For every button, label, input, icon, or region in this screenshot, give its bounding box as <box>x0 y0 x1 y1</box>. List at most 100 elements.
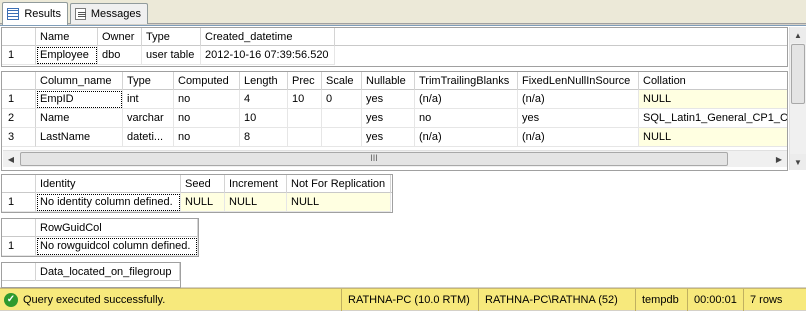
table-row[interactable]: 3 LastName dateti... no 8 yes (n/a) (n/a… <box>2 128 787 147</box>
grid-cell[interactable]: NULL <box>287 193 391 212</box>
tab-messages[interactable]: Messages <box>70 3 148 24</box>
column-header[interactable]: Column_name <box>36 72 123 90</box>
results-tabbar: Results Messages <box>0 0 806 25</box>
column-header[interactable]: Computed <box>174 72 240 90</box>
status-message: Query executed successfully. <box>23 293 166 306</box>
grid-cell[interactable]: no <box>174 128 240 147</box>
row-number: 2 <box>2 109 36 128</box>
grid-cell[interactable]: No identity column defined. <box>36 193 181 212</box>
column-header[interactable]: Scale <box>322 72 362 90</box>
grid-cell[interactable]: 10 <box>240 109 288 128</box>
grid-cell[interactable]: NULL <box>225 193 287 212</box>
column-header[interactable]: Owner <box>98 28 142 46</box>
table-row[interactable]: 1 EmpID int no 4 10 0 yes (n/a) (n/a) NU… <box>2 90 787 109</box>
status-elapsed: 00:00:01 <box>687 288 743 311</box>
grid-header: RowGuidCol <box>2 219 198 237</box>
grid-cell[interactable]: yes <box>518 109 639 128</box>
horizontal-scrollbar[interactable]: ◀ III ▶ <box>3 150 787 167</box>
grid-header: Column_name Type Computed Length Prec Sc… <box>2 72 787 90</box>
grid-cell[interactable]: 2012-10-16 07:39:56.520 <box>201 46 335 65</box>
scroll-right-arrow-icon[interactable]: ▶ <box>771 151 787 167</box>
column-header[interactable]: Created_datetime <box>201 28 335 46</box>
grid-cell[interactable]: no <box>174 90 240 109</box>
grid-cell[interactable]: Employee <box>36 46 98 65</box>
grid-cell[interactable]: NULL <box>639 128 787 147</box>
column-header[interactable]: Length <box>240 72 288 90</box>
grid-cell[interactable]: no <box>415 109 518 128</box>
grid-cell[interactable]: dbo <box>98 46 142 65</box>
grid-cell[interactable]: dateti... <box>123 128 174 147</box>
grid-cell[interactable]: no <box>174 109 240 128</box>
grid-cell[interactable]: yes <box>362 90 415 109</box>
table-row[interactable]: 1 No identity column defined. NULL NULL … <box>2 193 391 212</box>
row-number: 1 <box>2 193 36 212</box>
table-row[interactable]: 1 No rowguidcol column defined. <box>2 237 198 256</box>
results-pane: Name Owner Type Created_datetime 1 Emplo… <box>0 25 806 288</box>
grid-cell[interactable]: (n/a) <box>415 128 518 147</box>
row-number: 1 <box>2 237 36 256</box>
grid-cell[interactable]: int <box>123 90 174 109</box>
grid-cell[interactable] <box>322 128 362 147</box>
row-number: 1 <box>2 90 36 109</box>
tab-results-label: Results <box>24 8 61 20</box>
grid-cell[interactable]: 10 <box>288 90 322 109</box>
scrollbar-thumb[interactable] <box>791 44 805 104</box>
grid-cell[interactable]: SQL_Latin1_General_CP1_C <box>639 109 787 128</box>
status-database: tempdb <box>635 288 687 311</box>
grid-header: Identity Seed Increment Not For Replicat… <box>2 175 392 193</box>
column-header[interactable]: Increment <box>225 175 287 193</box>
grid-cell[interactable]: yes <box>362 109 415 128</box>
scrollbar-grip: III <box>370 153 378 163</box>
column-header[interactable]: Nullable <box>362 72 415 90</box>
rowguidcol-grid[interactable]: RowGuidCol 1 No rowguidcol column define… <box>1 218 199 257</box>
filegroup-grid[interactable]: Data_located_on_filegroup <box>1 262 181 288</box>
status-rows: 7 rows <box>743 288 802 311</box>
table-row[interactable]: 1 Employee dbo user table 2012-10-16 07:… <box>2 46 335 65</box>
grid-cell[interactable]: user table <box>142 46 201 65</box>
scroll-left-arrow-icon[interactable]: ◀ <box>3 151 19 167</box>
status-bar: ✓ Query executed successfully. RATHNA-PC… <box>0 288 806 311</box>
column-header[interactable]: Collation <box>639 72 787 90</box>
column-header[interactable]: Type <box>123 72 174 90</box>
grid-cell[interactable]: (n/a) <box>415 90 518 109</box>
identity-grid[interactable]: Identity Seed Increment Not For Replicat… <box>1 174 393 213</box>
column-header[interactable]: Seed <box>181 175 225 193</box>
column-header[interactable]: Name <box>36 28 98 46</box>
grid-header: Name Owner Type Created_datetime <box>2 28 787 46</box>
tab-messages-label: Messages <box>90 8 141 20</box>
grid-cell[interactable]: EmpID <box>36 90 123 109</box>
status-server: RATHNA-PC (10.0 RTM) <box>341 288 478 311</box>
grid-cell[interactable]: 8 <box>240 128 288 147</box>
grid-cell[interactable]: varchar <box>123 109 174 128</box>
object-info-grid[interactable]: Name Owner Type Created_datetime 1 Emplo… <box>1 27 788 67</box>
grid-cell[interactable] <box>288 109 322 128</box>
scroll-down-arrow-icon[interactable]: ▼ <box>790 154 806 170</box>
column-header[interactable]: Not For Replication <box>287 175 391 193</box>
column-header[interactable]: Type <box>142 28 201 46</box>
grid-cell[interactable] <box>322 109 362 128</box>
column-header[interactable]: Prec <box>288 72 322 90</box>
grid-cell[interactable]: NULL <box>181 193 225 212</box>
column-header[interactable]: Data_located_on_filegroup <box>36 263 180 281</box>
grid-cell[interactable]: (n/a) <box>518 90 639 109</box>
tab-results[interactable]: Results <box>2 2 68 25</box>
column-header[interactable]: Identity <box>36 175 181 193</box>
grid-cell[interactable]: 4 <box>240 90 288 109</box>
grid-cell[interactable]: NULL <box>639 90 787 109</box>
row-number: 3 <box>2 128 36 147</box>
grid-cell[interactable]: 0 <box>322 90 362 109</box>
column-header[interactable]: TrimTrailingBlanks <box>415 72 518 90</box>
grid-cell[interactable]: Name <box>36 109 123 128</box>
table-row[interactable]: 2 Name varchar no 10 yes no yes SQL_Lati… <box>2 109 787 128</box>
grid-cell[interactable]: yes <box>362 128 415 147</box>
columns-grid[interactable]: Column_name Type Computed Length Prec Sc… <box>1 71 788 171</box>
vertical-scrollbar[interactable]: ▲ ▼ <box>789 27 806 170</box>
grid-cell[interactable]: No rowguidcol column defined. <box>36 237 198 256</box>
scrollbar-thumb[interactable]: III <box>20 152 728 166</box>
column-header[interactable]: FixedLenNullInSource <box>518 72 639 90</box>
column-header[interactable]: RowGuidCol <box>36 219 198 237</box>
grid-cell[interactable]: (n/a) <box>518 128 639 147</box>
grid-cell[interactable]: LastName <box>36 128 123 147</box>
scroll-up-arrow-icon[interactable]: ▲ <box>790 27 806 43</box>
grid-cell[interactable] <box>288 128 322 147</box>
